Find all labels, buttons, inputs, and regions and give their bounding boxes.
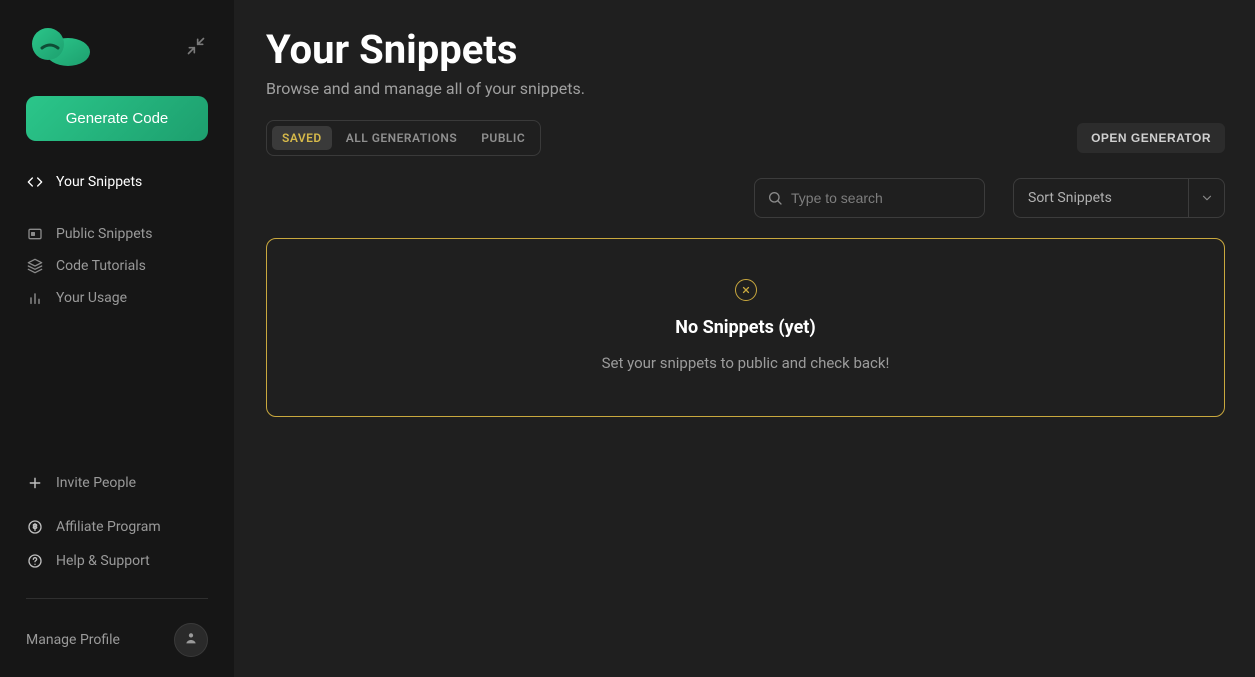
divider <box>26 598 208 599</box>
affiliate-program-link[interactable]: Affiliate Program <box>26 514 208 540</box>
nav-label: Public Snippets <box>56 226 152 242</box>
nav-secondary: Public Snippets Code Tutorials Your Usag… <box>26 221 208 311</box>
sidebar-footer: Invite People Affiliate Program Help & S… <box>26 470 208 657</box>
empty-subtitle: Set your snippets to public and check ba… <box>602 354 890 372</box>
nav-label: Code Tutorials <box>56 258 146 274</box>
chevron-down-icon <box>1188 179 1224 217</box>
nav-label: Help & Support <box>56 553 150 569</box>
tab-saved[interactable]: SAVED <box>272 126 332 150</box>
code-icon <box>26 173 44 191</box>
filter-row: Sort Snippets <box>266 178 1225 218</box>
user-icon <box>183 630 199 650</box>
collapse-sidebar-button[interactable] <box>184 34 208 58</box>
help-support-link[interactable]: Help & Support <box>26 548 208 574</box>
main-content: Your Snippets Browse and and manage all … <box>234 0 1255 677</box>
close-circle-icon <box>735 279 757 301</box>
generate-code-button[interactable]: Generate Code <box>26 96 208 141</box>
plus-icon <box>26 474 44 492</box>
nav-your-snippets[interactable]: Your Snippets <box>26 169 208 195</box>
manage-profile-link[interactable]: Manage Profile <box>26 632 120 648</box>
sidebar-header <box>16 26 218 66</box>
dollar-icon <box>26 518 44 536</box>
help-icon <box>26 552 44 570</box>
open-generator-button[interactable]: OPEN GENERATOR <box>1077 123 1225 153</box>
search-input[interactable] <box>791 190 972 206</box>
sidebar: Generate Code Your Snippets Public Snipp… <box>0 0 234 677</box>
bar-chart-icon <box>26 289 44 307</box>
empty-title: No Snippets (yet) <box>675 317 815 338</box>
sort-label: Sort Snippets <box>1028 190 1112 206</box>
tab-public[interactable]: PUBLIC <box>471 126 535 150</box>
nav-label: Affiliate Program <box>56 519 161 535</box>
nav-label: Your Snippets <box>56 174 142 190</box>
tab-all-generations[interactable]: ALL GENERATIONS <box>336 126 468 150</box>
toolbar: SAVED ALL GENERATIONS PUBLIC OPEN GENERA… <box>266 120 1225 156</box>
page-subtitle: Browse and and manage all of your snippe… <box>266 79 1225 98</box>
nav-label: Invite People <box>56 475 136 491</box>
nav-public-snippets[interactable]: Public Snippets <box>26 221 208 247</box>
layers-icon <box>26 257 44 275</box>
search-field[interactable] <box>754 178 985 218</box>
tabs: SAVED ALL GENERATIONS PUBLIC <box>266 120 541 156</box>
nav-code-tutorials[interactable]: Code Tutorials <box>26 253 208 279</box>
box-icon <box>26 225 44 243</box>
avatar-button[interactable] <box>174 623 208 657</box>
nav-label: Your Usage <box>56 290 127 306</box>
empty-state-panel: No Snippets (yet) Set your snippets to p… <box>266 238 1225 417</box>
invite-people-button[interactable]: Invite People <box>26 470 208 496</box>
nav-your-usage[interactable]: Your Usage <box>26 285 208 311</box>
nav-primary: Your Snippets <box>26 169 208 195</box>
manage-profile-row: Manage Profile <box>26 623 208 657</box>
sort-dropdown[interactable]: Sort Snippets <box>1013 178 1225 218</box>
page-title: Your Snippets <box>266 26 1225 73</box>
search-icon <box>767 190 783 206</box>
app-logo[interactable] <box>26 26 90 66</box>
